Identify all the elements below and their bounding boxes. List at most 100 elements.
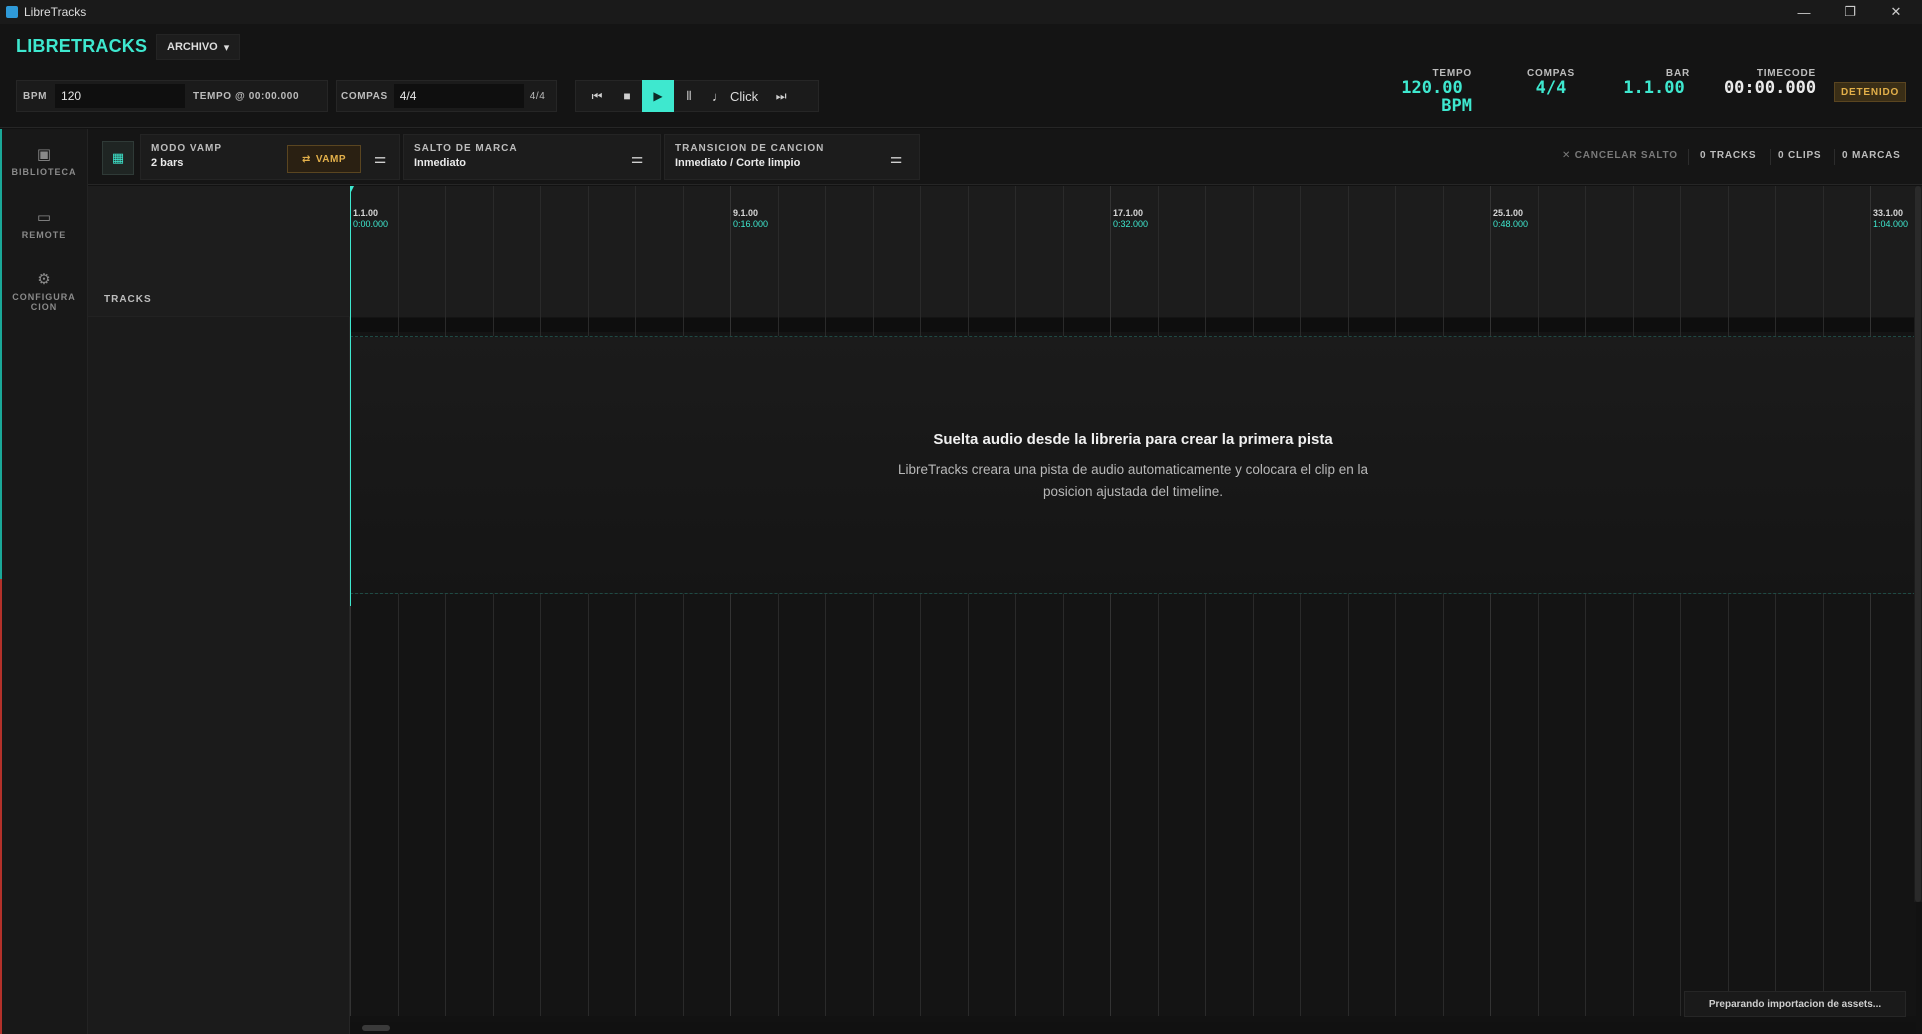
skip-forward-icon[interactable]: ⏭ (766, 81, 796, 111)
playhead-handle[interactable] (350, 186, 354, 192)
archivo-label: ARCHIVO (167, 41, 218, 53)
song-transition-value[interactable]: Inmediato / Corte limpio (675, 157, 800, 169)
bpm-label: BPM (23, 90, 48, 102)
vamp-label: MODO VAMP (151, 143, 223, 154)
scrollbar-thumb[interactable] (362, 1025, 390, 1031)
play-button[interactable]: ▶ (642, 80, 674, 112)
click-toggle[interactable]: ♩ Click (704, 89, 766, 104)
timecode-stat-value: 00:00.000 (1723, 78, 1817, 98)
marker-jump-value[interactable]: Inmediato (414, 157, 466, 169)
timeline-toolbar: ▦ MODO VAMP 2 bars ⇄ VAMP ⚌ SALTO DE MAR… (88, 129, 1922, 185)
vamp-value[interactable]: 2 bars (151, 157, 183, 169)
marker-jump-panel: SALTO DE MARCA Inmediato ⚌ (403, 134, 661, 180)
vertical-scrollbar[interactable] (1914, 186, 1922, 902)
sidebar-item-label: BIBLIOTECA (11, 167, 77, 177)
vamp-panel: MODO VAMP 2 bars ⇄ VAMP ⚌ (140, 134, 400, 180)
marker-time: 0:48.000 (1493, 219, 1529, 229)
playhead[interactable] (350, 186, 354, 606)
grid-line (873, 186, 874, 1016)
grid-line (398, 186, 399, 1016)
tempo-stat-value: 120.00 (1401, 78, 1463, 98)
compas-stat-value: 4/4 (1535, 78, 1567, 98)
ruler-marker: 33.1.00 1:04.000 (1873, 208, 1908, 230)
stop-button[interactable]: ■ (612, 81, 642, 111)
grid-line (1205, 186, 1206, 1016)
gear-icon: ⚙ (37, 271, 51, 288)
grid-line (1158, 186, 1159, 1016)
chevron-down-icon: ▾ (223, 41, 230, 54)
sidebar-item-remote[interactable]: ▭ REMOTE (0, 208, 88, 240)
maximize-button[interactable]: ❐ (1828, 0, 1872, 24)
vamp-button-label: VAMP (315, 153, 347, 165)
grid-line (920, 186, 921, 1016)
drop-zone[interactable]: Suelta audio desde la libreria para crea… (350, 336, 1916, 594)
grid-line (1870, 186, 1871, 1016)
grid-line (1728, 186, 1729, 1016)
close-button[interactable]: ✕ (1874, 0, 1918, 24)
sidebar-item-label-2: CION (30, 302, 58, 312)
ruler-marker: 9.1.00 0:16.000 (733, 208, 768, 230)
status-badge: DETENIDO (1834, 82, 1907, 102)
sidebar-accent-bottom (0, 579, 2, 1034)
remote-icon: ▭ (36, 209, 52, 226)
grid-line (683, 186, 684, 1016)
sidebar-item-biblioteca[interactable]: ▣ BIBLIOTECA (0, 145, 88, 177)
song-transition-panel: TRANSICION DE CANCION Inmediato / Corte … (664, 134, 920, 180)
ruler-marker: 25.1.00 0:48.000 (1493, 208, 1528, 230)
timeline[interactable]: 1.1.00 0:00.000 9.1.00 0:16.000 17.1.00 … (350, 186, 1916, 1016)
sidebar-item-configuracion[interactable]: ⚙ CONFIGURA CION (0, 270, 88, 312)
grid-line (1775, 186, 1776, 1016)
compas-group: COMPAS 4/4 4/4 (336, 80, 557, 112)
compas-suffix: 4/4 (529, 90, 546, 102)
marker-time: 0:16.000 (733, 219, 769, 229)
grid-line (1253, 186, 1254, 1016)
grid-line (635, 186, 636, 1016)
grid-icon[interactable]: ▦ (102, 141, 134, 175)
divider (1770, 149, 1771, 165)
minimize-button[interactable]: — (1782, 0, 1826, 24)
app-icon (6, 6, 18, 18)
sidebar-accent (0, 129, 2, 579)
marker-bar: 9.1.00 (733, 208, 759, 218)
marker-jump-label: SALTO DE MARCA (414, 143, 518, 154)
sliders-icon[interactable]: ⚌ (365, 143, 395, 173)
grid-line (825, 186, 826, 1016)
track-list: TRACKS (88, 186, 350, 1034)
click-label: Click (730, 88, 759, 104)
skip-back-icon[interactable]: ⏮ (582, 81, 612, 111)
bpm-input[interactable]: 120 (55, 84, 186, 108)
cancel-jump-button[interactable]: ✕ CANCELAR SALTO (1562, 150, 1678, 161)
track-list-header: TRACKS (88, 186, 350, 317)
pause-button[interactable]: ⦀ (674, 81, 704, 111)
window-titlebar: LibreTracks — ❐ ✕ (0, 0, 1922, 24)
timeline-ruler[interactable] (350, 186, 1916, 332)
marker-bar: 1.1.00 (353, 208, 379, 218)
ruler-band (350, 318, 1916, 332)
song-transition-label: TRANSICION DE CANCION (675, 143, 825, 154)
sliders-icon[interactable]: ⚌ (622, 143, 652, 173)
timecode-stat: TIMECODE 00:00.000 (1718, 68, 1822, 97)
tracks-header-label: TRACKS (104, 294, 152, 305)
bar-stat: BAR 1.1.00 (1614, 68, 1694, 97)
scrollbar-thumb[interactable] (1915, 186, 1921, 902)
grid-line (1633, 186, 1634, 1016)
archivo-menu[interactable]: ARCHIVO ▾ (156, 34, 241, 60)
divider (1688, 149, 1689, 165)
horizontal-scrollbar[interactable] (350, 1022, 1916, 1034)
marker-bar: 25.1.00 (1493, 208, 1524, 218)
compas-input[interactable]: 4/4 (393, 84, 524, 108)
vamp-button[interactable]: ⇄ VAMP (287, 145, 361, 173)
grid-line (1680, 186, 1681, 1016)
marker-bar: 33.1.00 (1873, 208, 1904, 218)
empty-state-title: Suelta audio desde la libreria para crea… (933, 431, 1333, 448)
cancel-jump-label: CANCELAR SALTO (1574, 150, 1678, 161)
grid-line (540, 186, 541, 1016)
sliders-icon[interactable]: ⚌ (881, 143, 911, 173)
grid-line (1063, 186, 1064, 1016)
grid-line (1585, 186, 1586, 1016)
divider (1834, 149, 1835, 165)
grid-line (778, 186, 779, 1016)
marker-time: 0:32.000 (1113, 219, 1149, 229)
window-title: LibreTracks (24, 5, 87, 19)
metronome-icon: ♩ (712, 88, 725, 104)
